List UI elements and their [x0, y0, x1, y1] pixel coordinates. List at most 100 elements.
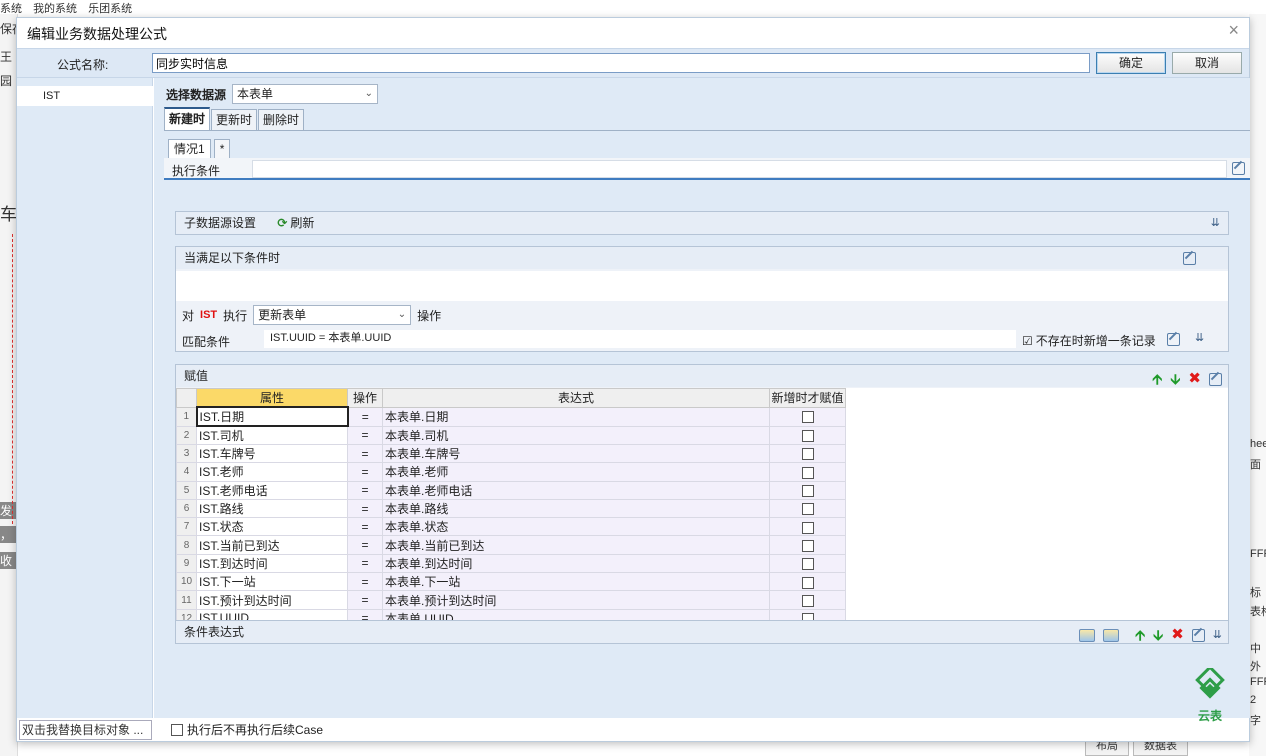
expression-cell[interactable]: 本表单.UUID [382, 608, 770, 620]
no-more-cases-option[interactable]: 执行后不再执行后续Case [171, 721, 323, 738]
refresh-icon[interactable]: ⟳ [277, 216, 287, 230]
expression-cell[interactable]: 本表单.车牌号 [382, 443, 770, 464]
tab-on-update[interactable]: 更新时 [211, 109, 258, 130]
property-cell[interactable]: IST.状态 [196, 517, 348, 537]
add-only-cell[interactable] [769, 535, 846, 555]
expression-cell[interactable]: 本表单.预计到达时间 [382, 590, 770, 610]
copy-expression-icon[interactable] [1103, 628, 1120, 642]
table-row[interactable]: 11 IST.预计到达时间 = 本表单.预计到达时间 [176, 590, 846, 610]
checkbox-icon[interactable] [171, 723, 183, 736]
table-row[interactable]: 9 IST.到达时间 = 本表单.到达时间 [176, 553, 846, 574]
add-expression-icon[interactable] [1079, 628, 1096, 642]
property-cell[interactable]: IST.当前已到达 [196, 535, 348, 555]
checkbox-icon[interactable] [801, 521, 814, 534]
operator-cell[interactable]: = [347, 535, 383, 555]
add-if-missing-option[interactable]: ☑ 不存在时新增一条记录 [1022, 332, 1156, 349]
arrow-down-icon[interactable]: 🡫 [1170, 368, 1180, 390]
add-only-cell[interactable] [769, 517, 846, 537]
property-cell[interactable]: IST.日期 [195, 406, 349, 427]
add-only-cell[interactable] [769, 553, 846, 574]
checkbox-icon[interactable] [801, 594, 814, 607]
expression-cell[interactable]: 本表单.日期 [382, 406, 770, 427]
property-cell[interactable]: IST.路线 [196, 498, 348, 519]
edit-icon[interactable] [1167, 333, 1180, 346]
expression-cell[interactable]: 本表单.路线 [382, 498, 770, 519]
operator-cell[interactable]: = [347, 462, 383, 482]
tab-case-1[interactable]: 情况1 [168, 139, 211, 158]
checkbox-icon[interactable] [801, 466, 814, 479]
checkbox-icon[interactable] [801, 430, 814, 443]
tab-add-case[interactable]: * [213, 139, 231, 158]
operator-cell[interactable]: = [347, 406, 383, 427]
operation-select[interactable]: 更新表单 ⌄ [253, 305, 412, 325]
operator-cell[interactable]: = [347, 553, 383, 574]
table-row[interactable]: 3 IST.车牌号 = 本表单.车牌号 [176, 443, 846, 464]
operator-cell[interactable]: = [347, 608, 383, 620]
edit-icon[interactable] [1232, 162, 1245, 175]
refresh-label[interactable]: 刷新 [290, 216, 314, 230]
table-row[interactable]: 4 IST.老师 = 本表单.老师 [176, 462, 846, 482]
double-chevron-icon[interactable]: ⇊ [1195, 331, 1204, 344]
add-only-cell[interactable] [769, 608, 846, 620]
cancel-button[interactable]: 取消 [1172, 52, 1242, 74]
expression-cell[interactable]: 本表单.到达时间 [382, 553, 770, 574]
add-only-cell[interactable] [769, 425, 846, 445]
arrow-down-icon[interactable]: 🡫 [1153, 624, 1163, 646]
property-cell[interactable]: IST.车牌号 [196, 443, 348, 464]
column-header[interactable]: 表达式 [382, 388, 770, 408]
add-only-cell[interactable] [769, 480, 846, 500]
table-row[interactable]: 2 IST.司机 = 本表单.司机 [176, 425, 846, 445]
checkbox-icon[interactable] [801, 539, 814, 552]
expression-cell[interactable]: 本表单.老师电话 [382, 480, 770, 500]
checkbox-icon[interactable] [801, 485, 814, 498]
add-only-cell[interactable] [769, 590, 846, 610]
exec-condition-input[interactable] [252, 160, 1227, 178]
column-header[interactable]: 操作 [347, 388, 383, 408]
tab-on-create[interactable]: 新建时 [164, 107, 211, 130]
checkbox-icon[interactable]: ☑ [1022, 334, 1033, 348]
add-only-cell[interactable] [769, 406, 846, 427]
edit-icon[interactable] [1183, 252, 1196, 265]
operator-cell[interactable]: = [347, 572, 383, 592]
double-chevron-icon[interactable]: ⇊ [1211, 212, 1220, 234]
checkbox-icon[interactable] [801, 558, 814, 571]
add-only-cell[interactable] [769, 498, 846, 519]
operator-cell[interactable]: = [347, 443, 383, 464]
column-header[interactable]: 新增时才赋值 [769, 388, 846, 408]
table-row[interactable]: 6 IST.路线 = 本表单.路线 [176, 498, 846, 519]
property-cell[interactable]: IST.预计到达时间 [196, 590, 348, 610]
bg-menu-item[interactable]: 我的系统 [33, 3, 77, 14]
arrow-up-icon[interactable]: 🡩 [1152, 368, 1162, 390]
table-row[interactable]: 5 IST.老师电话 = 本表单.老师电话 [176, 480, 846, 500]
condition-text-area[interactable] [176, 271, 1228, 301]
expression-cell[interactable]: 本表单.老师 [382, 462, 770, 482]
property-cell[interactable]: IST.下一站 [196, 572, 348, 592]
property-cell[interactable]: IST.司机 [196, 425, 348, 445]
property-cell[interactable]: IST.UUID [196, 608, 348, 620]
bg-menu-item[interactable]: 系统 [0, 3, 22, 14]
match-condition-value[interactable]: IST.UUID = 本表单.UUID [264, 330, 1016, 348]
replace-target-input[interactable]: 双击我替换目标对象 ... [19, 720, 152, 740]
edit-icon[interactable] [1209, 372, 1222, 386]
ok-button[interactable]: 确定 [1096, 52, 1166, 74]
operator-cell[interactable]: = [347, 480, 383, 500]
expression-cell[interactable]: 本表单.司机 [382, 425, 770, 445]
expression-cell[interactable]: 本表单.当前已到达 [382, 535, 770, 555]
tab-on-delete[interactable]: 删除时 [258, 109, 305, 130]
table-row[interactable]: 1 IST.日期 = 本表单.日期 [176, 406, 846, 427]
operator-cell[interactable]: = [347, 590, 383, 610]
property-cell[interactable]: IST.到达时间 [196, 553, 348, 574]
target-list-item[interactable]: IST [17, 86, 153, 106]
operator-cell[interactable]: = [347, 517, 383, 537]
sub-datasource-header[interactable]: 子数据源设置 ⟳ 刷新 ⇊ [176, 212, 1228, 234]
delete-icon[interactable]: ✖ [1171, 624, 1184, 646]
checkbox-icon[interactable] [801, 448, 814, 461]
table-row[interactable]: 8 IST.当前已到达 = 本表单.当前已到达 [176, 535, 846, 555]
expression-cell[interactable]: 本表单.下一站 [382, 572, 770, 592]
checkbox-icon[interactable] [801, 613, 814, 620]
double-chevron-icon[interactable]: ⇊ [1213, 624, 1222, 646]
operator-cell[interactable]: = [347, 498, 383, 519]
delete-icon[interactable]: ✖ [1188, 368, 1201, 390]
table-row[interactable]: 10 IST.下一站 = 本表单.下一站 [176, 572, 846, 592]
add-only-cell[interactable] [769, 572, 846, 592]
